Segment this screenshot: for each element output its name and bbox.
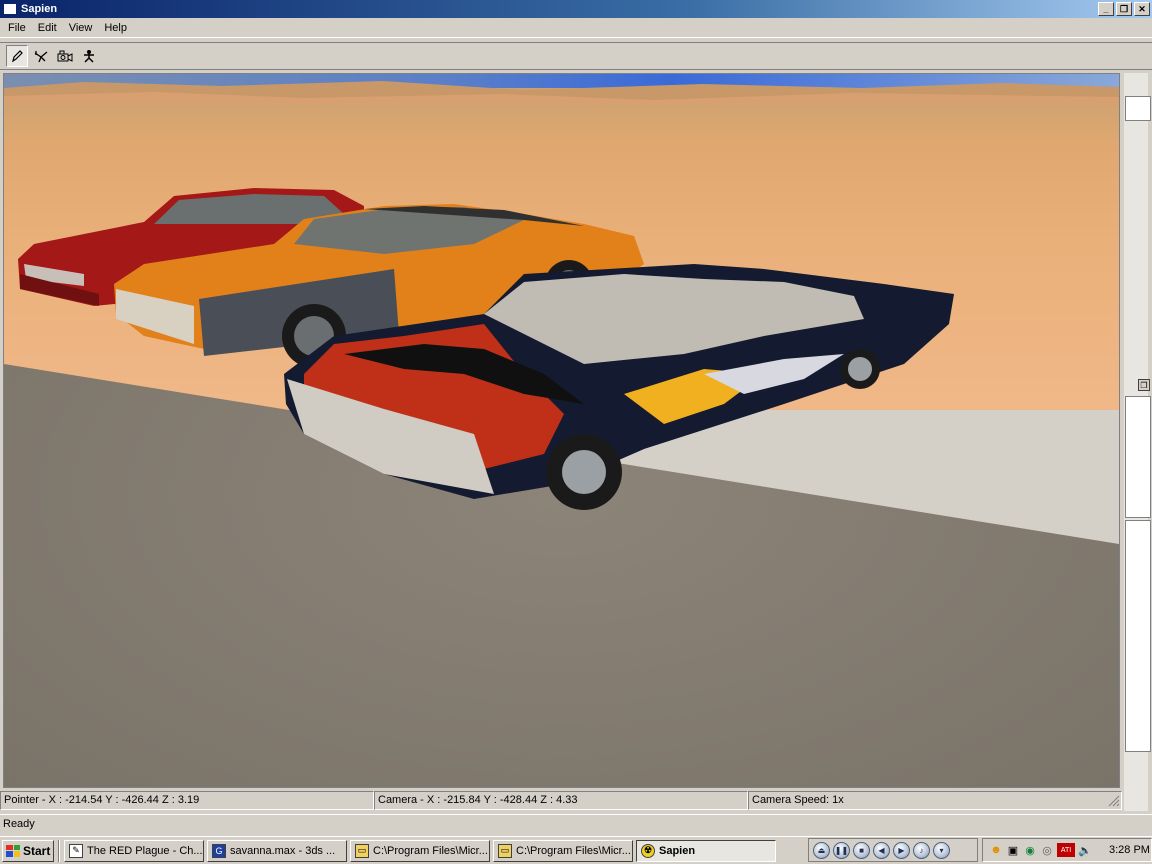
pencil-tool-button[interactable] bbox=[6, 45, 28, 67]
volume-icon[interactable]: ♪ bbox=[913, 841, 930, 859]
camera-speed: Camera Speed: 1x bbox=[748, 791, 1122, 810]
ready-status: Ready bbox=[0, 814, 1152, 834]
title-bar: Sapien _ ❐ ✕ bbox=[0, 0, 1152, 18]
menu-edit[interactable]: Edit bbox=[32, 20, 63, 36]
menu-bar: File Edit View Help bbox=[0, 18, 1152, 38]
task-savanna-max[interactable]: G savanna.max - 3ds ... bbox=[207, 839, 347, 862]
right-panel-lower[interactable] bbox=[1125, 520, 1151, 752]
right-panel-middle[interactable] bbox=[1125, 396, 1151, 518]
figure-icon bbox=[84, 50, 94, 63]
pencil-icon bbox=[12, 50, 23, 63]
system-tray: ☻ ▣ ◉ ◎ ATI 🔈 3:28 PM bbox=[982, 838, 1152, 862]
radiation-icon: ☢ bbox=[641, 843, 655, 858]
disc-icon[interactable]: ◎ bbox=[1040, 843, 1054, 857]
media-controls: ⏏ ❚❚ ■ ◀ ▶ ♪ ▾ bbox=[808, 838, 978, 862]
smiley-icon[interactable]: ☻ bbox=[989, 843, 1003, 857]
eject-icon[interactable]: ⏏ bbox=[813, 841, 830, 859]
task-sapien[interactable]: ☢ Sapien bbox=[636, 839, 776, 862]
previous-icon[interactable]: ◀ bbox=[873, 841, 890, 859]
pane-restore-icon[interactable]: ❐ bbox=[1138, 379, 1150, 391]
pause-icon[interactable]: ❚❚ bbox=[833, 841, 850, 859]
menu-icon[interactable]: ▾ bbox=[933, 841, 950, 859]
speaker-icon[interactable]: 🔈 bbox=[1078, 843, 1092, 857]
stop-icon[interactable]: ■ bbox=[853, 841, 870, 859]
close-button[interactable]: ✕ bbox=[1134, 2, 1150, 16]
menu-file[interactable]: File bbox=[2, 20, 32, 36]
sync-icon[interactable]: ◉ bbox=[1023, 843, 1037, 857]
pointer-coordinates: Pointer - X : -214.54 Y : -426.44 Z : 3.… bbox=[0, 791, 374, 810]
camera-icon bbox=[57, 50, 73, 62]
window-title: Sapien bbox=[21, 3, 58, 15]
right-panel-upper[interactable] bbox=[1125, 96, 1151, 121]
task-red-plague[interactable]: ✎ The RED Plague - Ch... bbox=[64, 839, 204, 862]
resize-grip-icon[interactable] bbox=[1108, 795, 1120, 807]
max-icon: G bbox=[212, 843, 226, 858]
menu-view[interactable]: View bbox=[63, 20, 99, 36]
car-models bbox=[18, 188, 954, 510]
start-button[interactable]: Start bbox=[2, 839, 54, 862]
restore-button[interactable]: ❐ bbox=[1116, 2, 1132, 16]
cut-tool-icon bbox=[34, 51, 48, 63]
camera-tool-button[interactable] bbox=[54, 45, 76, 67]
next-icon[interactable]: ▶ bbox=[893, 841, 910, 859]
windows-logo-icon bbox=[6, 844, 20, 857]
toolbar bbox=[0, 42, 1152, 70]
status-row: Pointer - X : -214.54 Y : -426.44 Z : 3.… bbox=[0, 791, 1122, 810]
camera-coordinates: Camera - X : -215.84 Y : -428.44 Z : 4.3… bbox=[374, 791, 748, 810]
folder-icon: ▭ bbox=[355, 843, 369, 858]
figure-tool-button[interactable] bbox=[78, 45, 100, 67]
app-icon bbox=[3, 3, 17, 15]
task-folder-2[interactable]: ▭ C:\Program Files\Micr... bbox=[493, 839, 633, 862]
menu-help[interactable]: Help bbox=[98, 20, 133, 36]
clock: 3:28 PM bbox=[1109, 844, 1150, 856]
start-label: Start bbox=[23, 843, 51, 858]
minimize-button[interactable]: _ bbox=[1098, 2, 1114, 16]
cut-tool-button[interactable] bbox=[30, 45, 52, 67]
folder-icon: ▭ bbox=[498, 843, 512, 858]
taskbar: Start ✎ The RED Plague - Ch... G savanna… bbox=[0, 836, 1152, 864]
document-icon: ✎ bbox=[69, 843, 83, 858]
network-icon[interactable]: ▣ bbox=[1006, 843, 1020, 857]
ati-icon[interactable]: ATI bbox=[1057, 843, 1075, 857]
3d-viewport[interactable] bbox=[3, 73, 1120, 788]
task-folder-1[interactable]: ▭ C:\Program Files\Micr... bbox=[350, 839, 490, 862]
